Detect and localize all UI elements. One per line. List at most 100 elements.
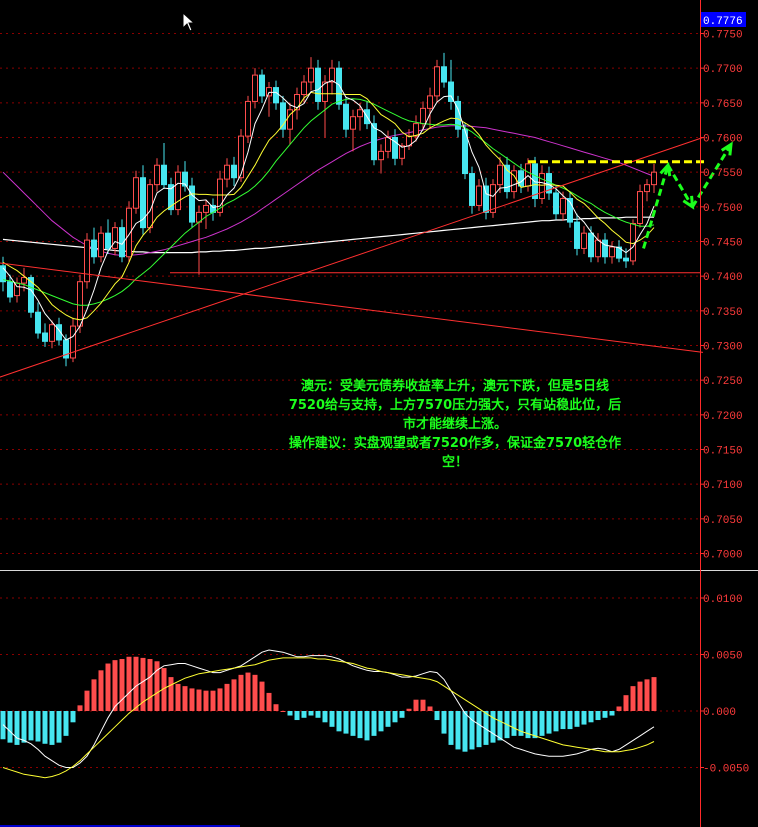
macd-tick-label: 0.000 <box>703 707 736 719</box>
candle-body <box>378 150 384 161</box>
price-tick-label: 0.7300 <box>703 342 743 354</box>
macd-bar <box>112 660 118 711</box>
candle-body <box>385 137 391 152</box>
candle <box>84 233 90 289</box>
macd-bar <box>203 690 209 711</box>
candle-body <box>420 107 426 125</box>
candle-body <box>49 324 55 342</box>
macd-bar <box>448 711 454 745</box>
candle-body <box>595 239 601 258</box>
macd-bar <box>553 711 559 732</box>
macd-bar <box>490 711 496 743</box>
macd-bar <box>84 690 90 711</box>
price-tick-label: 0.7500 <box>703 203 743 215</box>
macd-bar <box>28 711 34 741</box>
macd-bar <box>175 683 181 711</box>
macd-bar <box>427 706 433 711</box>
macd-bar <box>588 711 594 723</box>
price-tick-label: 0.7450 <box>703 238 743 250</box>
macd-bar <box>469 711 475 750</box>
candle-body <box>329 67 335 83</box>
candle-body <box>35 311 41 334</box>
candle <box>490 179 496 218</box>
candle-body <box>343 103 349 130</box>
macd-bar <box>273 704 279 711</box>
candle-body <box>637 191 643 224</box>
macd-bar <box>434 711 440 721</box>
candle-body <box>259 74 265 97</box>
macd-bar <box>196 689 202 711</box>
macd-bar <box>245 672 251 711</box>
candle-body <box>483 185 489 213</box>
macd-bar <box>371 711 377 736</box>
candle <box>245 95 251 144</box>
candle-body <box>441 66 447 83</box>
macd-bar <box>476 711 482 748</box>
candle-body <box>623 257 629 262</box>
price-tick-label: 0.7100 <box>703 480 743 492</box>
candle-body <box>497 164 503 186</box>
macd-bar <box>182 686 188 711</box>
macd-bar <box>567 711 573 730</box>
macd-bar <box>49 711 55 745</box>
macd-bar <box>644 679 650 711</box>
macd-bar <box>294 711 300 721</box>
macd-bar <box>455 711 461 750</box>
annotation-line: 澳元：受美元债券收益率上升，澳元下跌，但是5日线 <box>300 379 610 394</box>
candle-body <box>336 67 342 105</box>
candle-body <box>476 185 482 206</box>
macd-bar <box>21 711 27 743</box>
candle-body <box>203 204 209 213</box>
candle-body <box>588 232 594 258</box>
candle-body <box>651 171 657 186</box>
annotation-line: 操作建议：实盘观望或者7520作多，保证金7570轻仓作 <box>288 436 622 451</box>
macd-bar <box>105 663 111 711</box>
price-tick-label: 0.7400 <box>703 272 743 284</box>
candle-body <box>154 164 160 186</box>
macd-bar <box>609 711 615 716</box>
candle <box>175 165 181 216</box>
candle-body <box>133 177 139 209</box>
macd-bar <box>616 706 622 711</box>
macd-bar <box>392 711 398 723</box>
candle-body <box>308 67 314 83</box>
price-tick-label: 0.7050 <box>703 515 743 527</box>
candle-body <box>14 282 20 297</box>
candle <box>77 274 83 334</box>
macd-bar <box>287 711 293 716</box>
current-price-label: 0.7776 <box>703 16 743 28</box>
macd-bar <box>189 688 195 711</box>
candle-body <box>644 184 650 193</box>
macd-bar <box>357 711 363 739</box>
candle-body <box>560 198 566 215</box>
candle-body <box>553 192 559 215</box>
macd-bar <box>399 711 405 718</box>
macd-bar <box>98 670 104 711</box>
annotation-line: 市才能继续上涨。 <box>402 417 507 432</box>
candle-body <box>532 163 538 200</box>
macd-bar <box>133 656 139 711</box>
candle-body <box>301 81 307 96</box>
price-tick-label: 0.7150 <box>703 446 743 458</box>
candle-body <box>245 100 251 137</box>
macd-bar <box>462 711 468 752</box>
macd-bar <box>308 711 314 716</box>
macd-bar <box>343 711 349 734</box>
macd-bar <box>497 711 503 741</box>
candle <box>133 170 139 214</box>
candle <box>637 184 643 228</box>
candle-body <box>609 246 615 258</box>
price-tick-label: 0.7600 <box>703 134 743 146</box>
macd-bar <box>217 688 223 711</box>
macd-bar <box>322 711 328 723</box>
macd-bar <box>602 711 608 718</box>
macd-bar <box>364 711 370 741</box>
macd-bar <box>119 659 125 711</box>
macd-bar <box>56 711 62 743</box>
macd-bar <box>350 711 356 736</box>
price-tick-label: 0.7550 <box>703 168 743 180</box>
mouse-cursor-icon <box>182 12 196 32</box>
candle-body <box>602 239 608 258</box>
price-tick-label: 0.7250 <box>703 376 743 388</box>
candle-body <box>224 164 230 180</box>
